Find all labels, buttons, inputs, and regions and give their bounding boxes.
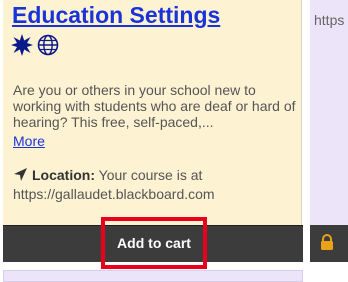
starburst-icon [11,34,33,56]
more-link[interactable]: More [13,133,45,149]
format-icons [11,33,59,57]
adjacent-card-text: https [314,12,345,28]
adjacent-cart-bar[interactable] [310,225,348,262]
add-to-cart-button[interactable]: Add to cart [101,217,207,269]
next-course-card [3,270,303,282]
location-text: Your course is at [98,167,203,183]
lock-icon [319,234,335,256]
location-arrow-icon [13,167,28,186]
course-title-link[interactable]: Education Settings [12,2,220,28]
location-label: Location: [32,167,95,183]
location-url: https://gallaudet.blackboard.com [13,186,215,202]
location-row: Location: Your course is at [13,167,299,186]
adjacent-course-card: https [310,0,348,225]
course-description: Are you or others in your school new to … [13,82,296,130]
add-to-cart-label: Add to cart [117,235,191,251]
globe-icon [37,34,59,56]
